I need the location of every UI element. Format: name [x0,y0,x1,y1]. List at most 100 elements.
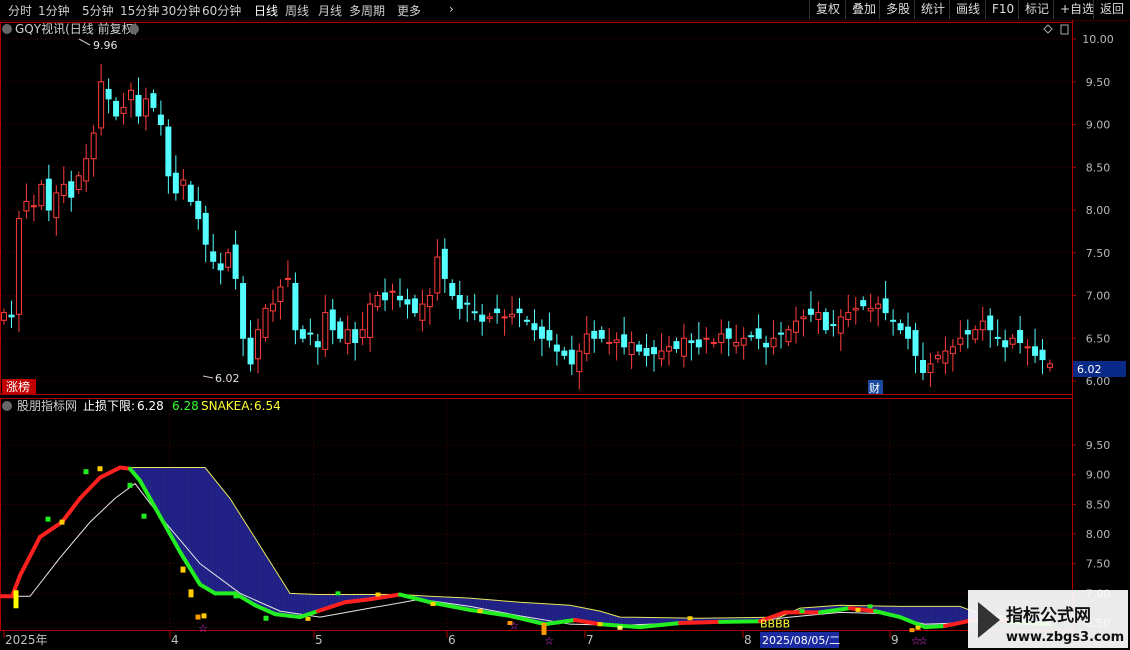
candle-body [553,344,560,352]
indicator-tick-label: 8.00 [1086,528,1111,541]
period-tab-5[interactable]: 60分钟 [202,2,241,19]
candle-body [75,175,82,190]
candle [740,327,747,360]
toolbar-button-2[interactable]: 多股 [879,0,915,19]
period-tab-2[interactable]: 5分钟 [82,2,114,19]
candle [568,335,575,376]
candle-body [583,333,590,355]
candle [860,296,867,311]
candle [837,309,844,352]
candle-body [740,337,747,346]
signal-marker [335,591,341,596]
candle-body [927,363,934,373]
period-tab-10[interactable]: 更多 [397,2,421,19]
toolbar-button-7[interactable]: +自选 [1053,0,1094,19]
candle-body [949,346,956,355]
candle-body [957,337,964,345]
candle [404,288,411,319]
candle [919,342,926,381]
candle [680,323,687,368]
diamond-icon[interactable] [1043,24,1053,34]
candle [561,346,568,360]
candle [464,295,471,323]
candle [322,294,329,358]
candle [142,87,149,131]
period-tab-1[interactable]: 1分钟 [38,2,70,19]
candle-body [964,330,971,335]
period-tab-8[interactable]: 月线 [318,2,342,19]
candle-body [157,114,164,126]
candle [934,351,941,364]
period-tab-9[interactable]: 多周期 [349,2,385,19]
candle [509,296,516,325]
candle-body [120,106,127,114]
candle [150,89,157,112]
candle [538,319,545,357]
candle [643,333,650,367]
candle-body [441,248,448,279]
period-tab-3[interactable]: 15分钟 [120,2,159,19]
signal-marker [855,607,861,612]
period-tab-0[interactable]: 分时 [8,2,32,19]
candle-body [733,342,740,347]
candle-body [247,337,254,365]
candle-body [561,350,568,356]
candle [128,82,135,118]
candle [262,304,269,342]
toolbar-button-0[interactable]: 复权 [809,0,846,19]
toolbar-button-6[interactable]: 标记 [1018,0,1054,19]
indicator-collapse-icon[interactable] [2,401,12,411]
candle-body [837,316,844,334]
candle-body [546,330,553,341]
candle [195,186,202,230]
candle-body [1009,337,1016,345]
candle [845,294,852,328]
candle-body [651,347,658,355]
candle [718,319,725,354]
candle [307,318,314,346]
candle-body [240,283,247,339]
candle-body [673,341,680,350]
candle [105,78,112,114]
toolbar-button-3[interactable]: 统计 [914,0,950,19]
candle-body [45,178,52,211]
candle-body [202,212,209,245]
window-icon[interactable] [1060,24,1069,35]
candle-body [277,286,284,302]
period-tab-4[interactable]: 30分钟 [161,2,200,19]
candle [68,170,75,212]
dropdown-icon[interactable] [129,24,139,34]
candle-body [307,332,314,335]
candle-body [800,316,807,320]
chevron-right-icon[interactable]: › [449,2,454,16]
candle-body [860,300,867,307]
candle [45,164,52,222]
toolbar-button-5[interactable]: F10 [985,0,1019,19]
candle [172,155,179,201]
candle-body [897,323,904,331]
candle-body [374,295,381,308]
candle [658,333,665,367]
candle-body [695,339,702,348]
star-icon: ☆ [198,622,208,635]
signal-marker [13,590,19,609]
signal-marker [97,466,103,472]
toolbar-button-8[interactable]: 返回 [1093,0,1130,19]
date-label: 2025年 [5,633,48,647]
candle-body [703,337,710,340]
signal-marker [305,616,311,621]
stop-loss-label: 止损下限: [83,399,135,413]
toolbar-button-4[interactable]: 画线 [949,0,986,19]
candle [23,183,30,219]
indicator-tick-label: 9.00 [1086,469,1111,482]
toolbar-button-1[interactable]: 叠加 [845,0,880,19]
candle-body [598,330,605,339]
period-tab-7[interactable]: 周线 [285,2,309,19]
candle-body [53,192,60,219]
collapse-icon[interactable] [2,24,12,34]
candle [374,291,381,311]
candle [277,279,284,320]
period-tab-6[interactable]: 日线 [254,2,278,19]
candle-body [770,337,777,348]
candle [60,166,67,204]
